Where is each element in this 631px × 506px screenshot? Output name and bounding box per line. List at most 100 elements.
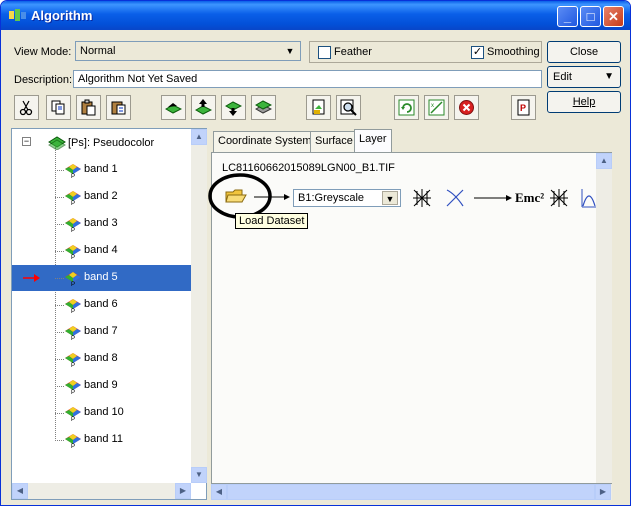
svg-text:P: P	[71, 444, 75, 448]
tree-item-label: band 7	[84, 325, 118, 337]
help-button[interactable]: Help	[547, 91, 621, 113]
tree-connector	[55, 332, 64, 333]
band-layer-icon: P	[65, 164, 81, 178]
tree-item[interactable]: Pband 10	[12, 400, 192, 426]
tree-connector	[55, 413, 64, 414]
paste-icon	[81, 99, 96, 116]
tree-connector	[55, 224, 64, 225]
tree-item[interactable]: Pband 8	[12, 346, 192, 372]
title-bar[interactable]: Algorithm _ □ ✕	[1, 1, 630, 30]
description-label: Description:	[14, 74, 73, 86]
tree-item[interactable]: Pband 3	[12, 211, 192, 237]
close-button[interactable]: Close	[547, 41, 621, 63]
add-layer-button[interactable]	[161, 95, 186, 120]
tree-item-label: band 9	[84, 379, 118, 391]
histogram-curve-icon[interactable]	[581, 188, 596, 208]
tree-item[interactable]: Pband 11	[12, 427, 192, 453]
svg-text:P: P	[520, 103, 526, 113]
filter-kernel-icon[interactable]	[412, 188, 432, 208]
pdf-button[interactable]: P	[511, 95, 536, 120]
paste-special-button[interactable]	[106, 95, 131, 120]
flow-arrow-icon	[254, 194, 290, 200]
tree-item[interactable]: Pband 1	[12, 157, 192, 183]
scroll-right-icon[interactable]: ▶	[175, 483, 191, 499]
collapse-toggle[interactable]: −	[22, 137, 31, 146]
paste-special-icon	[111, 101, 126, 115]
smoothing-checkbox[interactable]: ✓	[471, 46, 484, 59]
move-layer-up-button[interactable]	[191, 95, 216, 120]
svg-text:P: P	[71, 282, 75, 286]
layer-horizontal-scrollbar[interactable]: ◀ ▶	[211, 484, 612, 500]
svg-text:P: P	[71, 201, 75, 205]
scroll-up-icon[interactable]: ▲	[191, 129, 207, 145]
edit-menu-button[interactable]: Edit ▼	[547, 66, 621, 88]
close-icon: ✕	[608, 9, 619, 24]
delete-button[interactable]	[454, 95, 479, 120]
zoom-dataset-button[interactable]	[336, 95, 361, 120]
tree-item[interactable]: Pband 2	[12, 184, 192, 210]
load-algorithm-button[interactable]	[306, 95, 331, 120]
band-layer-icon: P	[65, 245, 81, 259]
transform-icon[interactable]	[445, 188, 465, 208]
tree-item-label: band 2	[84, 190, 118, 202]
scroll-thumb[interactable]	[227, 484, 595, 500]
tab-surface[interactable]: Surface	[310, 131, 358, 152]
scroll-right-icon[interactable]: ▶	[595, 484, 611, 500]
layer-vertical-scrollbar[interactable]: ▲	[596, 153, 612, 483]
refresh-icon	[398, 99, 415, 116]
scroll-left-icon[interactable]: ◀	[211, 484, 227, 500]
band-layer-icon: P	[65, 218, 81, 232]
view-mode-select[interactable]: Normal ▼	[75, 41, 301, 61]
band-layer-icon: P	[65, 434, 81, 448]
copy-button[interactable]	[46, 95, 71, 120]
tree-connector	[55, 359, 64, 360]
scroll-down-icon[interactable]: ▼	[191, 467, 207, 483]
tree-item[interactable]: Pband 6	[12, 292, 192, 318]
toggle-layer-button[interactable]: x	[424, 95, 449, 120]
maximize-icon: □	[586, 9, 595, 24]
tab-coordinate-system[interactable]: Coordinate System	[213, 131, 317, 152]
svg-text:x: x	[431, 103, 434, 109]
move-layer-down-button[interactable]	[221, 95, 246, 120]
band-layer-icon: P	[65, 353, 81, 367]
paste-button[interactable]	[76, 95, 101, 120]
tree-connector	[55, 197, 64, 198]
scroll-left-icon[interactable]: ◀	[12, 483, 28, 499]
refresh-button[interactable]	[394, 95, 419, 120]
view-mode-value: Normal	[80, 45, 116, 57]
tree-item-label: band 1	[84, 163, 118, 175]
layer-panel: LC81160662015089LGN00_B1.TIF B1:Greyscal…	[208, 152, 612, 484]
minimize-button[interactable]: _	[557, 6, 578, 27]
tree-horizontal-scrollbar[interactable]: ◀ ▶	[12, 483, 191, 499]
layer-tree[interactable]: − [Ps]: Pseudocolor Pband 1 Pband 2 Pband …	[11, 128, 207, 500]
pseudocolor-layer-icon	[48, 136, 66, 150]
cut-button[interactable]	[14, 95, 39, 120]
tab-layer[interactable]: Layer	[354, 129, 392, 152]
chevron-down-icon: ▼	[285, 46, 295, 56]
edit-label: Edit	[553, 71, 572, 83]
description-field[interactable]: Algorithm Not Yet Saved	[73, 70, 542, 88]
tree-item[interactable]: Pband 9	[12, 373, 192, 399]
feather-checkbox[interactable]	[318, 46, 331, 59]
band-layer-icon: P	[65, 380, 81, 394]
flow-arrow-icon	[474, 195, 512, 201]
tree-root-label: [Ps]: Pseudocolor	[68, 137, 155, 149]
checkmark-icon: ✓	[472, 46, 483, 58]
maximize-button[interactable]: □	[580, 6, 601, 27]
chevron-down-icon: ▼	[604, 71, 614, 82]
svg-text:P: P	[71, 255, 75, 259]
scroll-up-icon[interactable]: ▲	[596, 153, 612, 169]
tree-connector	[55, 305, 64, 306]
copy-icon	[51, 100, 65, 115]
tree-item[interactable]: Pband 7	[12, 319, 192, 345]
formula-label[interactable]: Emc²	[515, 190, 544, 206]
tree-item[interactable]: Pband 4	[12, 238, 192, 264]
layer-stack-button[interactable]	[251, 95, 276, 120]
filter-kernel-icon[interactable]	[549, 188, 569, 208]
close-window-button[interactable]: ✕	[603, 6, 624, 27]
band-select[interactable]: B1:Greyscale ▼	[293, 189, 401, 207]
tree-item-label: band 6	[84, 298, 118, 310]
tree-connector	[55, 251, 64, 252]
svg-text:P: P	[71, 417, 75, 421]
cut-icon	[19, 100, 33, 116]
